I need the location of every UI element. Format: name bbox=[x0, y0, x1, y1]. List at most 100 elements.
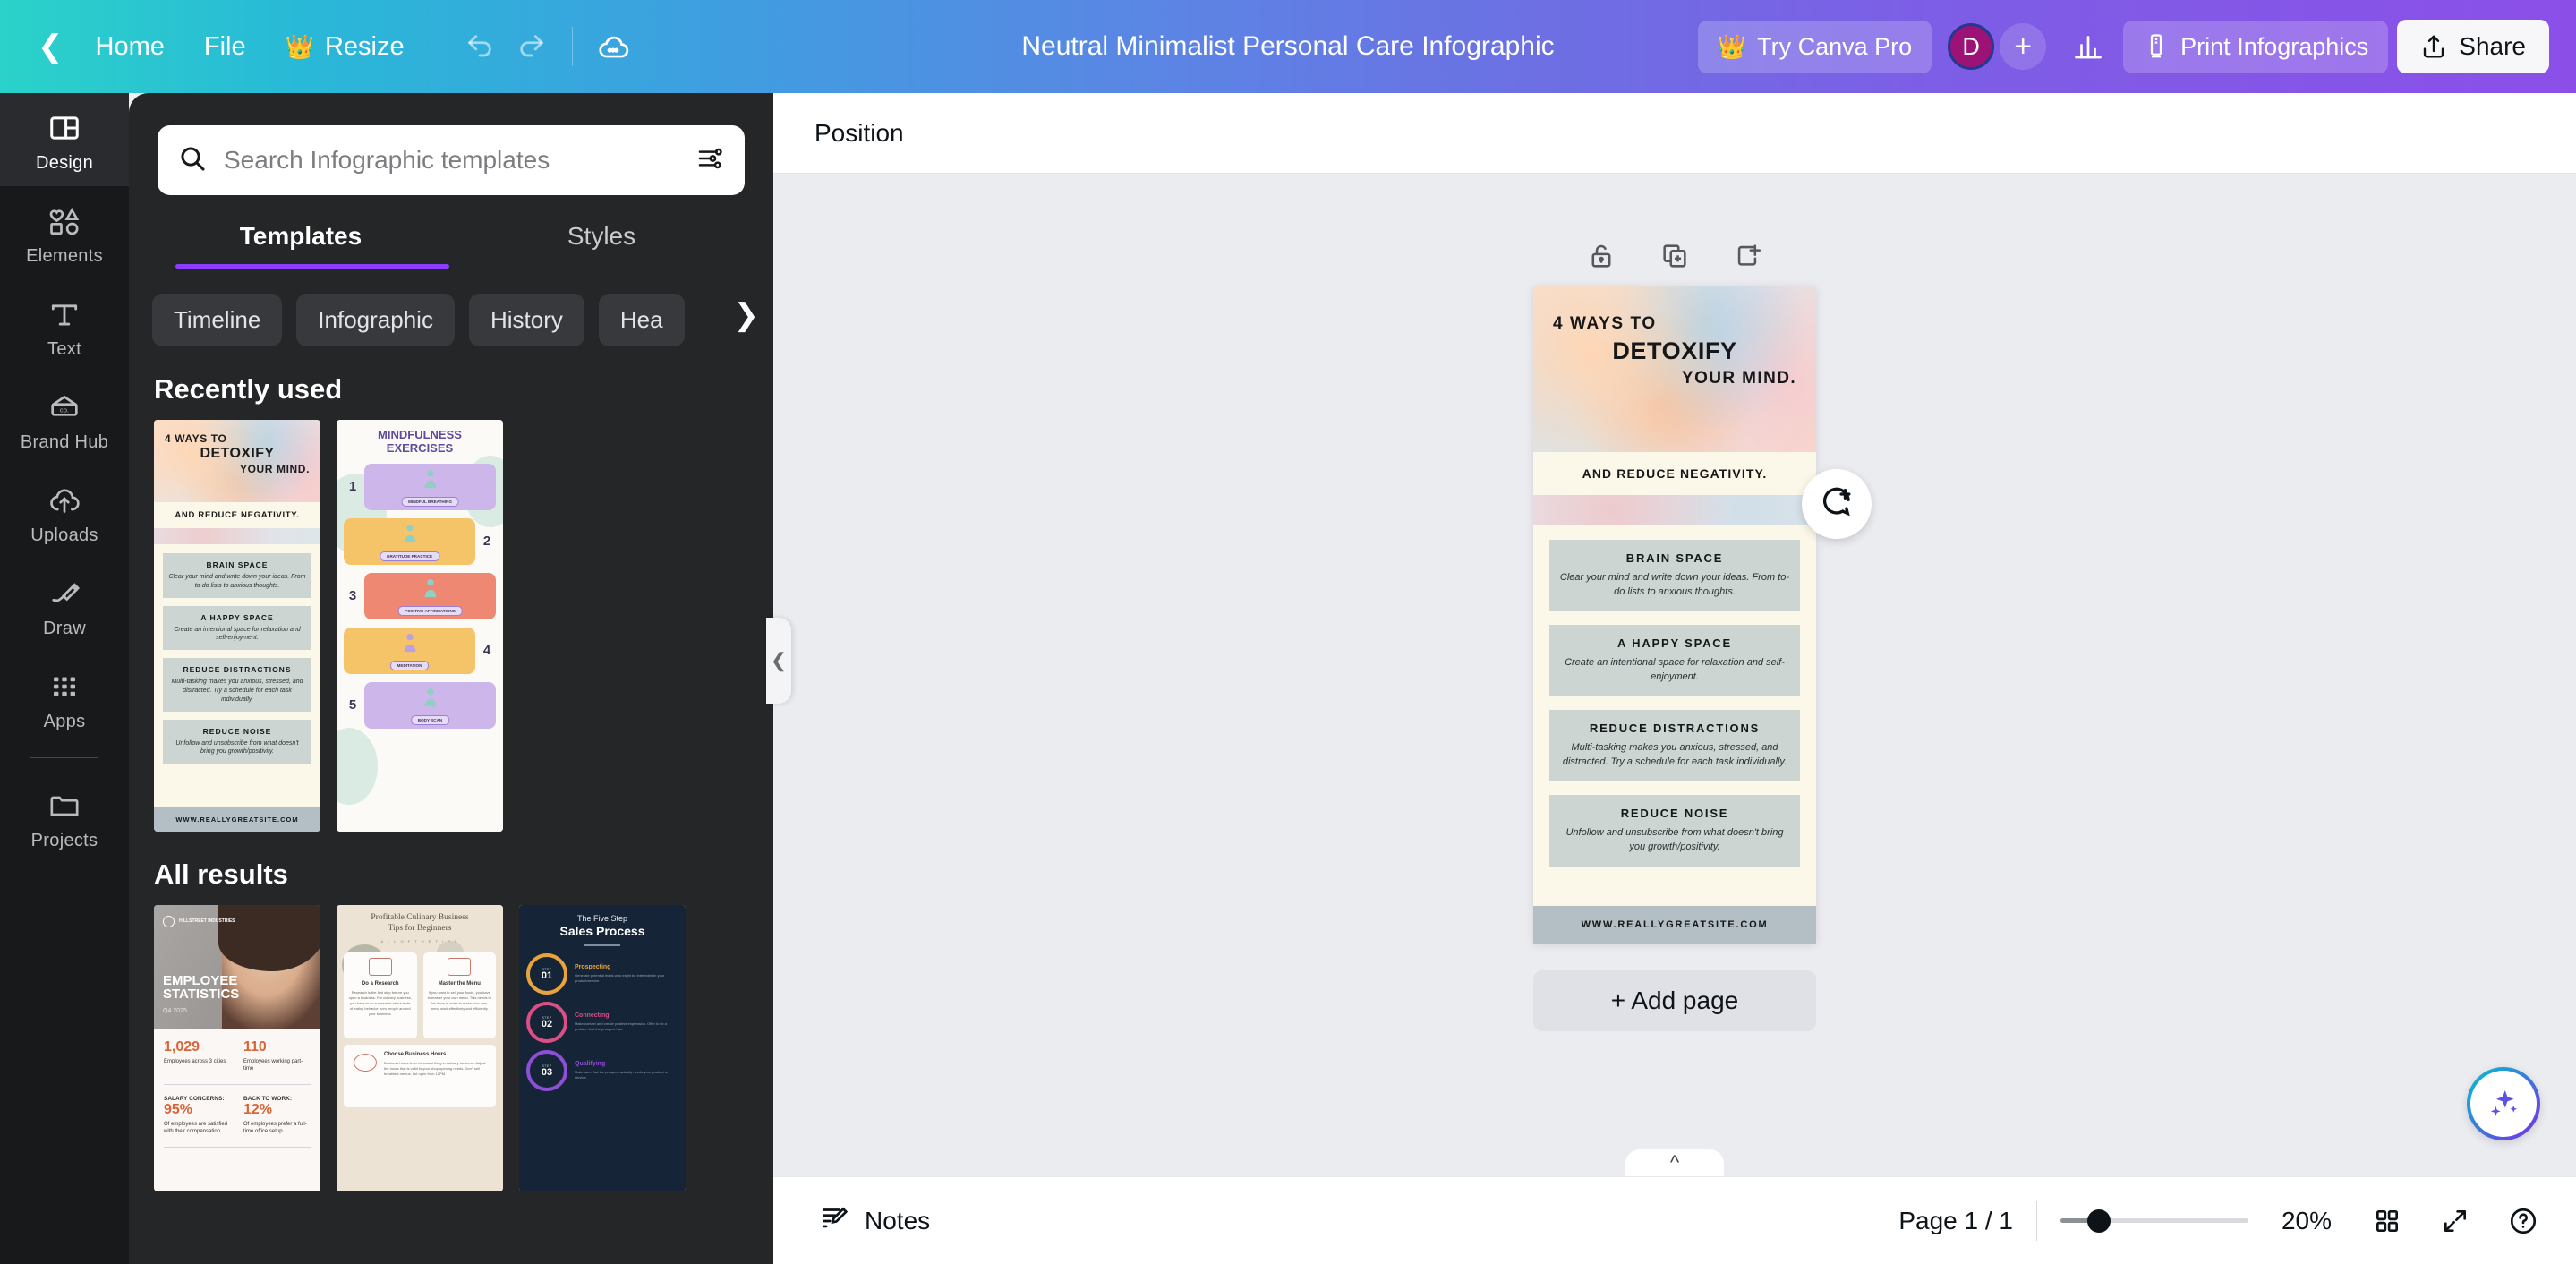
try-canva-pro-button[interactable]: 👑 Try Canva Pro bbox=[1697, 20, 1932, 73]
document-title[interactable]: Neutral Minimalist Personal Care Infogra… bbox=[1021, 31, 1554, 62]
sidebar-item-apps[interactable]: Apps bbox=[0, 652, 129, 745]
help-question-icon[interactable] bbox=[2501, 1199, 2546, 1243]
thumb-step-tag: MINDFUL BREATHING bbox=[401, 496, 459, 507]
thumb-step: 5 BODY SCAN bbox=[344, 681, 496, 729]
chevron-up-icon[interactable]: ^ bbox=[1625, 1149, 1724, 1176]
thumb-brand-name: HILLSTREET INDUSTRIES bbox=[179, 918, 235, 925]
thumb-title: Profitable Culinary Business Tips for Be… bbox=[344, 912, 496, 935]
sidebar-label-projects: Projects bbox=[30, 831, 98, 850]
doc-block[interactable]: REDUCE NOISE Unfollow and unsubscribe fr… bbox=[1549, 794, 1800, 867]
collaborators-group: D + bbox=[1941, 23, 2053, 70]
doc-block-heading: REDUCE DISTRACTIONS bbox=[1589, 721, 1761, 735]
doc-gradient-strip bbox=[1533, 495, 1816, 525]
bar-chart-icon[interactable] bbox=[2062, 21, 2114, 73]
position-toolbar: Position bbox=[773, 93, 2576, 174]
share-upload-icon bbox=[2424, 35, 2444, 58]
sidebar-item-brand-hub[interactable]: co. Brand Hub bbox=[0, 372, 129, 465]
avatar[interactable]: D bbox=[1948, 23, 1995, 70]
doc-block[interactable]: A HAPPY SPACE Create an intentional spac… bbox=[1549, 624, 1800, 696]
sidebar-item-text[interactable]: Text bbox=[0, 279, 129, 372]
doc-block-body: Unfollow and unsubscribe from what doesn… bbox=[1565, 826, 1784, 852]
thumb-brand: HILLSTREET INDUSTRIES bbox=[163, 916, 235, 927]
thumb-step-number: 2 bbox=[482, 534, 491, 550]
magic-sparkle-icon[interactable] bbox=[2467, 1067, 2540, 1140]
lock-open-icon[interactable] bbox=[1580, 235, 1623, 278]
brand-tag-icon: co. bbox=[46, 389, 83, 426]
position-button[interactable]: Position bbox=[798, 108, 920, 158]
plus-icon[interactable]: + bbox=[2000, 23, 2047, 70]
add-page-button[interactable]: + Add page bbox=[1533, 970, 1816, 1031]
back-chevron-icon[interactable]: ❮ bbox=[34, 21, 76, 72]
thumb-stat-value: 95% bbox=[164, 1101, 193, 1117]
chip-infographic[interactable]: Infographic bbox=[296, 294, 455, 346]
duplicate-page-icon[interactable] bbox=[1653, 235, 1696, 278]
doc-block[interactable]: BRAIN SPACE Clear your mind and write do… bbox=[1549, 540, 1800, 611]
chip-health[interactable]: Hea bbox=[598, 294, 685, 346]
design-canvas-page[interactable]: 4 WAYS TO DETOXIFY YOUR MIND. AND REDUCE… bbox=[1533, 286, 1816, 944]
template-thumbnail-detoxify[interactable]: 4 WAYS TO DETOXIFY YOUR MIND. AND REDUCE… bbox=[154, 420, 320, 832]
resize-label: Resize bbox=[324, 31, 405, 61]
template-thumbnail-employee-statistics[interactable]: HILLSTREET INDUSTRIES EMPLOYEE STATISTIC… bbox=[154, 905, 320, 1191]
cloud-upload-icon bbox=[46, 482, 83, 519]
doc-block-heading: BRAIN SPACE bbox=[1625, 551, 1724, 565]
sidebar-item-draw[interactable]: Draw bbox=[0, 559, 129, 652]
sidebar-label-draw: Draw bbox=[43, 619, 86, 638]
template-thumbnail-sales-process[interactable]: The Five Step Sales Process STEP 01 Pros… bbox=[519, 905, 686, 1191]
thumb-block: REDUCE NOISE Unfollow and unsubscribe fr… bbox=[163, 719, 311, 764]
search-input[interactable] bbox=[224, 146, 680, 175]
print-infographics-button[interactable]: Print Infographics bbox=[2123, 20, 2389, 73]
folder-icon bbox=[46, 787, 83, 824]
tab-templates[interactable]: Templates bbox=[150, 222, 451, 269]
rail-divider bbox=[30, 757, 98, 758]
thumb-step: STEP 01 Prospecting Generate potential l… bbox=[526, 953, 678, 995]
grid-view-icon[interactable] bbox=[2365, 1199, 2410, 1243]
notes-button[interactable]: Notes bbox=[804, 1191, 946, 1250]
thumb-step-number: 03 bbox=[541, 1066, 553, 1078]
thumb-title: MINDFULNESS EXERCISES bbox=[344, 428, 496, 456]
top-header: ❮ Home File 👑 Resize Neutral Minimalist … bbox=[0, 0, 2576, 93]
sliders-filter-icon[interactable] bbox=[696, 144, 725, 177]
share-label: Share bbox=[2459, 32, 2526, 60]
search-icon bbox=[177, 143, 208, 178]
tab-styles[interactable]: Styles bbox=[451, 222, 752, 269]
template-thumbnail-culinary-tips[interactable]: Profitable Culinary Business Tips for Be… bbox=[337, 905, 503, 1191]
doc-block[interactable]: REDUCE DISTRACTIONS Multi-tasking makes … bbox=[1549, 709, 1800, 781]
chevron-right-icon[interactable]: ❯ bbox=[734, 297, 760, 333]
chip-timeline[interactable]: Timeline bbox=[152, 294, 283, 346]
collapse-panel-icon[interactable]: ❮ bbox=[766, 618, 791, 704]
sidebar-item-uploads[interactable]: Uploads bbox=[0, 465, 129, 559]
sidebar-item-projects[interactable]: Projects bbox=[0, 771, 129, 864]
cloud-saving-icon[interactable] bbox=[587, 21, 639, 73]
resize-button[interactable]: 👑 Resize bbox=[266, 21, 424, 73]
all-results-row: HILLSTREET INDUSTRIES EMPLOYEE STATISTIC… bbox=[129, 905, 773, 1191]
fullscreen-expand-icon[interactable] bbox=[2433, 1199, 2478, 1243]
zoom-slider-knob[interactable] bbox=[2087, 1208, 2111, 1233]
thumb-card: Do a Research Research is the first step… bbox=[344, 952, 417, 1038]
doc-block-heading: REDUCE NOISE bbox=[1620, 806, 1729, 820]
share-button[interactable]: Share bbox=[2397, 20, 2549, 73]
thumb-stat-label: BACK TO WORK: bbox=[243, 1095, 293, 1102]
thumb-step-heading: Qualifying bbox=[575, 1061, 606, 1067]
search-box[interactable] bbox=[158, 125, 745, 195]
thumb-step-heading: Connecting bbox=[575, 1012, 610, 1019]
layout-panels-icon bbox=[46, 109, 83, 147]
thumb-step-number: 1 bbox=[348, 479, 357, 495]
add-page-icon[interactable] bbox=[1727, 235, 1770, 278]
template-thumbnail-mindfulness[interactable]: MINDFULNESS EXERCISES 1 MINDFUL BREATHIN… bbox=[337, 420, 503, 832]
home-button[interactable]: Home bbox=[76, 21, 184, 73]
zoom-slider[interactable] bbox=[2060, 1203, 2248, 1239]
thumb-step-body: Generate potential leads who might be in… bbox=[575, 973, 665, 983]
undo-icon[interactable] bbox=[454, 21, 506, 73]
bottom-divider bbox=[2036, 1200, 2037, 1241]
chip-history[interactable]: History bbox=[468, 294, 584, 346]
redo-icon[interactable] bbox=[506, 21, 558, 73]
thumb-stat-value: 1,029 bbox=[164, 1039, 200, 1055]
add-comment-icon[interactable] bbox=[1802, 469, 1872, 539]
sidebar-item-elements[interactable]: Elements bbox=[0, 186, 129, 279]
file-menu-button[interactable]: File bbox=[184, 21, 266, 73]
zoom-value[interactable]: 20% bbox=[2272, 1207, 2341, 1235]
thumb-card-body: Business hours is an important thing in … bbox=[384, 1060, 486, 1076]
sidebar-item-design[interactable]: Design bbox=[0, 93, 129, 186]
crown-icon: 👑 bbox=[285, 33, 314, 60]
panel-tabs: Templates Styles bbox=[129, 222, 773, 269]
